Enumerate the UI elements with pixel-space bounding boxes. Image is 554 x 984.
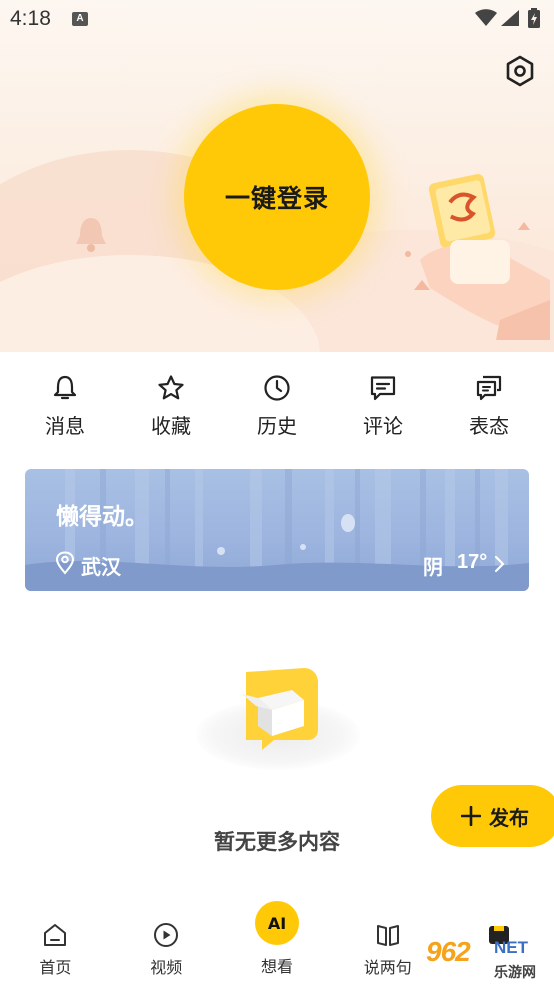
ai-badge: AI [267, 913, 287, 933]
plus-icon [461, 806, 481, 826]
location-pin-icon [55, 551, 75, 575]
bottom-nav: 首页 视频 AI 想看 说两句 [0, 901, 554, 984]
quick-actions-bar: 消息 收藏 历史 评论 表态 [0, 352, 554, 458]
nav-item-home[interactable]: 首页 [0, 905, 111, 984]
battery-icon [528, 8, 540, 28]
status-time: 4:18 [10, 7, 51, 30]
decor-hand-card-icon [405, 174, 550, 340]
comment-icon [370, 376, 396, 401]
wifi-icon [475, 9, 497, 26]
bell-icon [53, 375, 77, 400]
home-icon [44, 924, 67, 946]
watermark-brand: 962 [426, 936, 471, 967]
decor-bell-icon [76, 218, 106, 252]
action-label: 消息 [45, 414, 85, 438]
action-label: 评论 [363, 414, 403, 438]
one-click-login-button[interactable]: 一键登录 [184, 104, 370, 290]
nav-label: 首页 [39, 958, 72, 977]
reactions-icon [476, 375, 502, 401]
nav-item-video[interactable]: 视频 [111, 905, 222, 984]
watermark-net: NET [494, 938, 528, 957]
action-messages[interactable]: 消息 [12, 352, 118, 458]
ai-icon: AI [254, 901, 299, 945]
login-button-label: 一键登录 [224, 184, 329, 213]
action-history[interactable]: 历史 [224, 352, 330, 458]
signal-icon [501, 10, 519, 26]
star-icon [158, 375, 184, 400]
action-label: 收藏 [151, 414, 191, 438]
watermark-site: 乐游网 [494, 965, 536, 981]
clock-icon [264, 375, 290, 401]
weather-slogan: 懒得动。 [56, 504, 148, 530]
publish-button-label: 发布 [489, 805, 529, 830]
nav-item-ai[interactable]: AI 想看 [222, 901, 333, 984]
chevron-right-icon [494, 555, 505, 573]
nav-label: 视频 [150, 958, 183, 977]
nav-label: 说两句 [363, 958, 412, 977]
weather-card[interactable]: 懒得动。 武汉 阴 17° [25, 469, 529, 591]
empty-box-icon [242, 668, 318, 750]
action-label: 表态 [469, 414, 509, 438]
action-label: 历史 [257, 414, 297, 438]
notification-badge-icon: A [72, 12, 88, 26]
action-favorites[interactable]: 收藏 [118, 352, 224, 458]
nav-label: 想看 [260, 957, 293, 976]
settings-gear-icon[interactable] [503, 54, 537, 88]
play-icon [154, 923, 179, 947]
weather-city: 武汉 [81, 555, 121, 579]
weather-condition: 阴 [423, 555, 443, 579]
profile-header: 4:18 A 一键登录 [0, 0, 554, 352]
weather-temperature: 17° [457, 551, 488, 573]
action-comments[interactable]: 评论 [330, 352, 436, 458]
publish-button[interactable]: 发布 [431, 785, 554, 847]
action-reactions[interactable]: 表态 [436, 352, 542, 458]
book-icon [376, 925, 399, 946]
status-bar: 4:18 A [0, 0, 554, 38]
